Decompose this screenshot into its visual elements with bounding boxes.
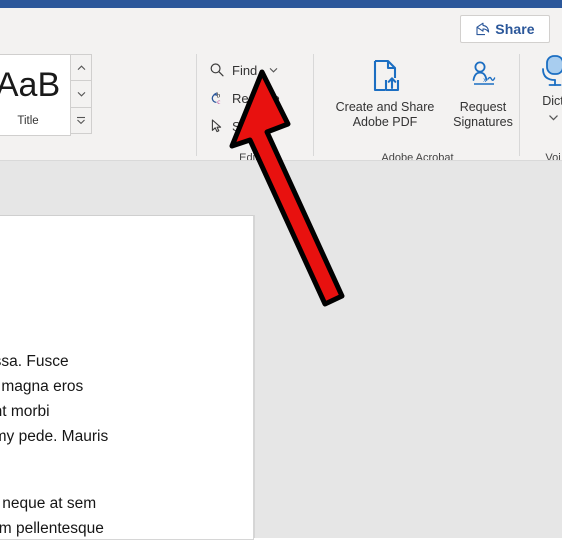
group-separator xyxy=(196,54,197,156)
document-paragraph: et neque at sem rem pellentesque uismod,… xyxy=(0,495,104,537)
request-signatures-button[interactable]: x Request Signatures xyxy=(446,54,520,130)
label-line-1: Create and Share xyxy=(335,100,435,114)
replace-icon: b c xyxy=(208,89,226,107)
svg-text:x: x xyxy=(483,76,487,84)
ribbon-groups: AaBbCcD Heading 2 AaB Title xyxy=(0,48,562,204)
title-bar xyxy=(0,0,562,8)
request-signatures-label: Request Signatures xyxy=(453,100,513,130)
styles-gallery[interactable]: AaBbCcD Heading 2 AaB Title xyxy=(0,54,71,136)
signature-icon: x xyxy=(466,54,500,98)
chevron-down-icon[interactable] xyxy=(548,108,559,126)
group-separator xyxy=(519,54,520,156)
pdf-upload-icon xyxy=(368,54,402,98)
style-preview-text: AaB xyxy=(0,66,61,104)
create-and-share-adobe-pdf-button[interactable]: Create and Share Adobe PDF xyxy=(326,54,444,130)
create-and-share-adobe-pdf-label: Create and Share Adobe PDF xyxy=(336,100,435,130)
replace-label: Replace xyxy=(232,90,280,106)
ribbon-group-editing: Find b c Replace Select Editing xyxy=(200,48,312,168)
select-label: Select xyxy=(232,118,269,134)
ribbon-group-adobe-acrobat: Create and Share Adobe PDF x Request Sig… xyxy=(320,48,515,168)
microphone-icon xyxy=(536,54,562,94)
style-preview-title: AaB xyxy=(0,55,69,115)
share-button-label: Share xyxy=(495,21,535,37)
document-canvas: assa. Fusce lo magna eros ant morbi nmy … xyxy=(0,186,562,540)
ribbon-group-styles: AaBbCcD Heading 2 AaB Title xyxy=(0,48,194,204)
cursor-arrow-icon xyxy=(208,117,226,135)
find-label: Find xyxy=(232,62,258,78)
document-page[interactable]: assa. Fusce lo magna eros ant morbi nmy … xyxy=(0,215,254,540)
share-button[interactable]: Share xyxy=(460,15,550,43)
label-line-1: Request xyxy=(459,100,507,114)
select-button[interactable]: Select xyxy=(208,114,268,138)
dictate-button[interactable]: Dict xyxy=(527,54,562,126)
replace-button[interactable]: b c Replace xyxy=(208,86,280,110)
label-line-2: Adobe PDF xyxy=(352,115,418,129)
dictate-label: Dict xyxy=(542,94,562,108)
more-styles-icon[interactable] xyxy=(70,107,92,134)
styles-gallery-scroll xyxy=(70,54,92,134)
document-paragraph: assa. Fusce lo magna eros ant morbi nmy … xyxy=(0,353,109,445)
style-name-title: Title xyxy=(17,115,39,127)
label-line-2: Signatures xyxy=(453,115,513,129)
style-item-title[interactable]: AaB Title xyxy=(0,55,69,133)
chevron-down-icon[interactable] xyxy=(269,67,278,73)
ribbon: Share AaBbCcD Heading 2 AaB Title xyxy=(0,8,562,204)
ruler-band: 6 7 xyxy=(0,160,562,345)
scroll-up-icon[interactable] xyxy=(70,54,92,82)
svg-text:c: c xyxy=(217,98,220,106)
find-button[interactable]: Find xyxy=(208,58,278,82)
share-icon xyxy=(475,22,490,36)
ribbon-group-voice: Dict Voi xyxy=(523,48,562,168)
group-separator xyxy=(313,54,314,156)
magnifier-icon xyxy=(208,61,226,79)
scroll-down-icon[interactable] xyxy=(70,81,92,108)
